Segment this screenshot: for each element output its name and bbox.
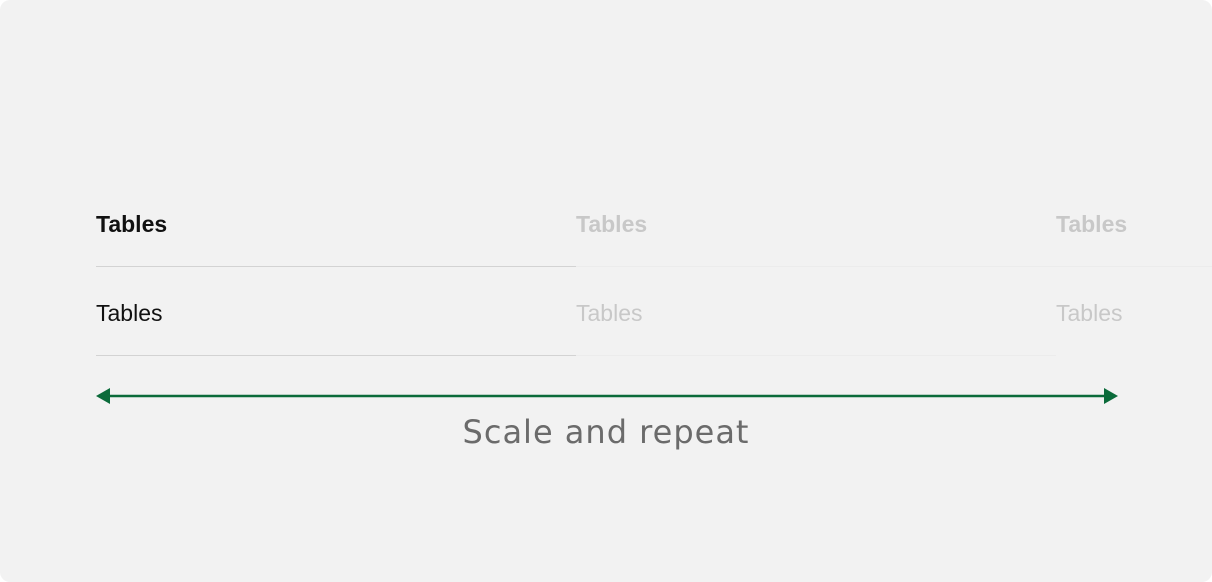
table-row-cell-3: Tables [1056,300,1123,326]
double-arrow-icon [96,388,1118,404]
row-divider-1 [96,355,576,356]
diagram-canvas: Tables Tables Tables Tables Tables Table… [0,0,1212,582]
table-row-cell-2: Tables [576,300,643,326]
arrow-head-left [96,388,110,404]
table-header-cell-3: Tables [1056,211,1128,237]
table-header-cell-1: Tables [96,211,168,237]
table-header-cell-2: Tables [576,211,648,237]
row-divider-2 [576,355,1056,356]
header-divider-2 [576,266,1056,267]
header-divider-1 [96,266,576,267]
header-divider-3 [1056,266,1212,267]
diagram-caption: Scale and repeat [462,413,750,451]
arrow-head-right [1104,388,1118,404]
table-row-cell-1: Tables [96,300,163,326]
